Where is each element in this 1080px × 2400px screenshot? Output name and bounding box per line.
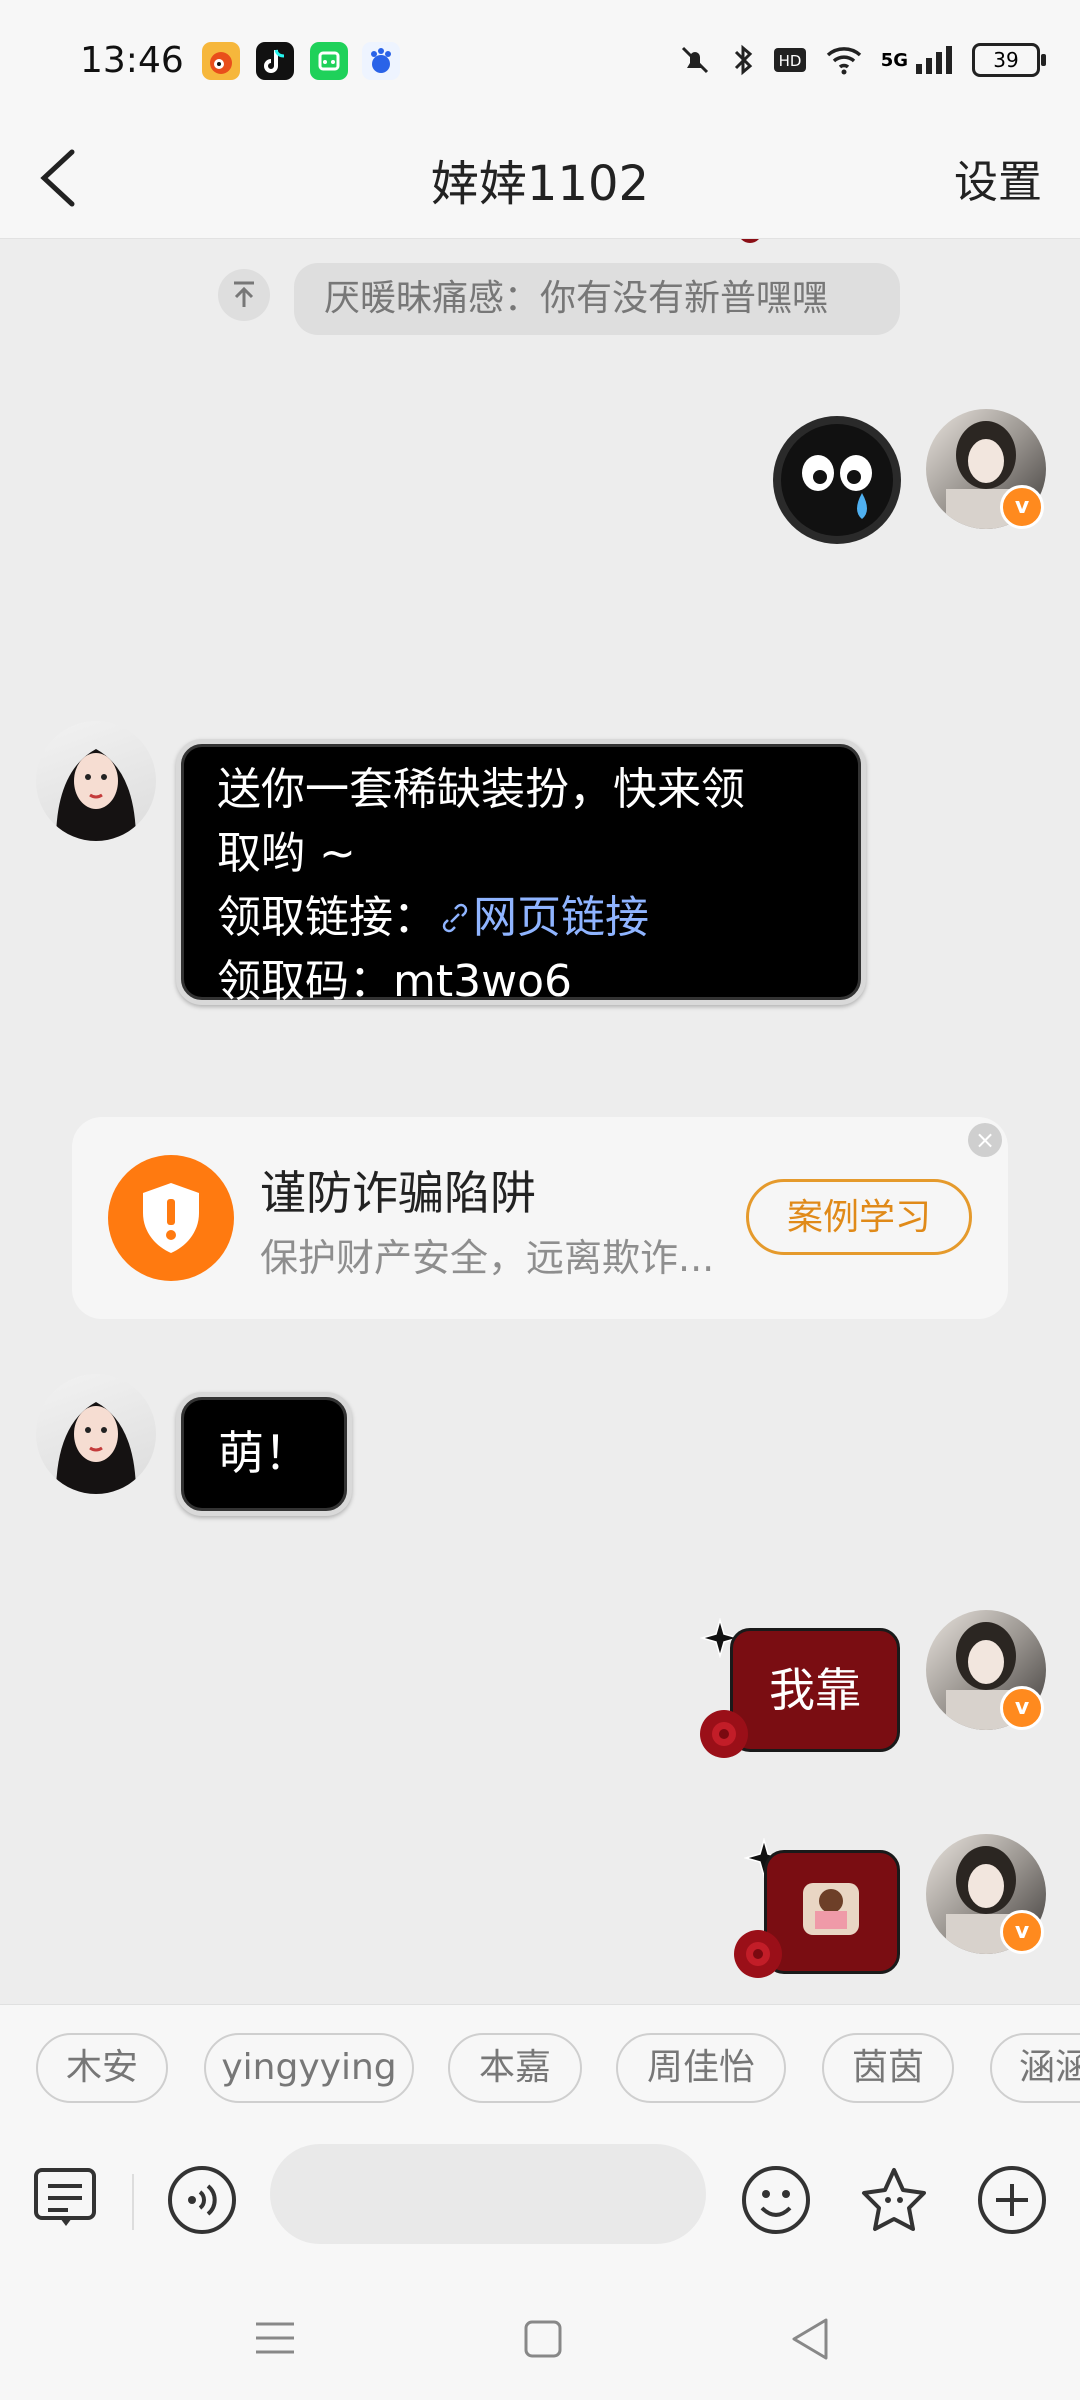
status-bar: 13:46 HD 5G 39 — [0, 0, 1080, 118]
message-text-line: 取哟 ~ — [217, 828, 356, 879]
verified-badge-icon: v — [1000, 1686, 1044, 1730]
status-time: 13:46 — [80, 40, 184, 81]
case-study-button[interactable]: 案例学习 — [746, 1179, 972, 1255]
wifi-icon — [826, 47, 861, 75]
quick-reply-chip[interactable]: yingyying — [204, 2033, 414, 2103]
quick-reply-chip[interactable]: 涵涵 — [990, 2033, 1080, 2103]
close-icon[interactable]: × — [968, 1123, 1002, 1157]
battery-indicator: 39 — [972, 43, 1046, 77]
quick-reply-chip[interactable]: 周佳怡 — [616, 2033, 786, 2103]
pin-top-icon[interactable] — [218, 269, 270, 321]
app-green-icon — [310, 42, 348, 80]
rose-decoration-icon — [696, 1706, 752, 1762]
text-mode-icon[interactable] — [30, 2164, 102, 2236]
voice-icon[interactable] — [166, 2164, 238, 2236]
mute-icon — [681, 46, 708, 74]
svg-text:HD: HD — [778, 52, 801, 70]
sticker-star-icon[interactable] — [858, 2164, 930, 2236]
menu-icon[interactable] — [250, 2318, 300, 2360]
bubble-decoration-icon — [741, 239, 759, 243]
bluetooth-icon — [734, 44, 752, 76]
back-nav-icon[interactable] — [786, 2314, 832, 2364]
crying-face-icon — [773, 416, 901, 544]
crying-face-sticker[interactable] — [770, 413, 904, 547]
home-icon[interactable] — [520, 2316, 566, 2362]
rose-decoration-icon — [730, 1926, 786, 1982]
chat-title: 婞婞1102 — [430, 156, 650, 212]
verified-badge-icon: v — [1000, 485, 1044, 529]
shield-warning-icon — [108, 1155, 234, 1281]
quick-reply-chip[interactable]: 本嘉 — [448, 2033, 582, 2103]
small-sticker-icon — [803, 1883, 859, 1935]
weibo-icon — [202, 42, 240, 80]
tiktok-icon — [256, 42, 294, 80]
fraud-description: 保护财产安全，远离欺诈... — [260, 1236, 715, 1280]
link-prefix: 领取链接： — [217, 892, 437, 943]
emoji-icon[interactable] — [740, 2164, 812, 2236]
friend-avatar[interactable] — [36, 1374, 156, 1494]
web-link-text: 网页链接 — [473, 892, 649, 943]
network-label: 5G — [880, 49, 908, 71]
5g-signal-icon — [916, 46, 952, 74]
verified-badge-icon: v — [1000, 1910, 1044, 1954]
redeem-code-line: 领取码：mt3wo6 — [217, 956, 573, 1007]
link-line: 领取链接： 网页链接 — [217, 886, 825, 950]
message-bubble[interactable]: 送你一套稀缺装扮，快来领 取哟 ~ 领取链接： 网页链接 领取码：mt3wo6 — [176, 739, 866, 1007]
system-indicators: HD 5G 39 — [677, 40, 1046, 80]
pinned-message[interactable]: 厌暖昧痛感：你有没有新普嘿嘿 — [294, 263, 900, 335]
link-icon — [442, 903, 468, 933]
web-link[interactable]: 网页链接 — [437, 892, 649, 943]
fraud-title: 谨防诈骗陷阱 — [260, 1166, 536, 1220]
quick-reply-chip[interactable]: 木安 — [36, 2033, 168, 2103]
message-text-line: 送你一套稀缺装扮，快来领 — [217, 764, 745, 815]
chat-header: 婞婞1102 设置 — [0, 118, 1080, 239]
plus-icon[interactable] — [976, 2164, 1048, 2236]
baidu-icon — [362, 42, 400, 80]
input-bar — [0, 2128, 1080, 2274]
toolbar-divider — [132, 2174, 134, 2230]
message-bubble[interactable]: 萌！ — [176, 1392, 352, 1516]
quick-reply-bar[interactable]: 木安 yingyying 本嘉 周佳怡 茵茵 涵涵 — [0, 2004, 1080, 2129]
quick-reply-chip[interactable]: 茵茵 — [822, 2033, 954, 2103]
fraud-warning-card[interactable]: × 谨防诈骗陷阱 保护财产安全，远离欺诈... 案例学习 — [72, 1117, 1008, 1319]
hd-icon: HD — [773, 48, 806, 72]
message-input[interactable] — [270, 2144, 706, 2244]
message-bubble[interactable]: 我靠 — [730, 1628, 900, 1752]
friend-avatar[interactable] — [36, 721, 156, 841]
settings-button[interactable]: 设置 — [954, 146, 1042, 210]
system-nav-bar — [0, 2274, 1080, 2400]
